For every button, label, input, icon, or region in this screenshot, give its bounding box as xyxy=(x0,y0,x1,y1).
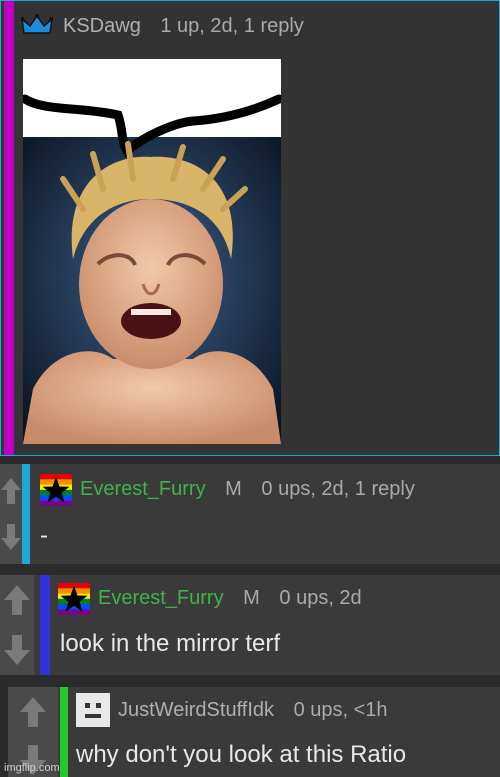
thread-bar xyxy=(40,575,50,675)
default-avatar-icon xyxy=(76,693,110,727)
comment-text: why don't you look at this Ratio xyxy=(76,741,407,768)
comment-meta: 0 ups, 2d xyxy=(279,587,362,609)
comment-image[interactable] xyxy=(23,59,281,444)
rainbow-star-flag-icon xyxy=(58,583,90,615)
thread-bar xyxy=(4,1,14,455)
rainbow-star-flag-icon xyxy=(40,474,72,506)
username[interactable]: KSDawg xyxy=(63,15,141,37)
crown-icon xyxy=(20,13,54,37)
comment-meta: 1 up, 2d, 1 reply xyxy=(160,15,304,37)
comment-header: Everest_Furry M 0 ups, 2d xyxy=(98,587,362,610)
comment-text: - xyxy=(40,522,48,549)
vote-column xyxy=(0,464,22,564)
moderator-badge: M xyxy=(243,587,260,609)
username[interactable]: JustWeirdStuffIdk xyxy=(118,699,274,721)
upvote-arrow-icon[interactable] xyxy=(2,583,32,617)
thread-bar xyxy=(60,687,68,777)
upvote-arrow-icon[interactable] xyxy=(18,695,48,729)
moderator-badge: M xyxy=(225,478,242,500)
comment-meta: 0 ups, 2d, 1 reply xyxy=(261,478,415,500)
comment-reply-2: Everest_Furry M 0 ups, 2d look in the mi… xyxy=(0,575,500,675)
comment-ksdawg: KSDawg 1 up, 2d, 1 reply xyxy=(0,0,500,456)
comment-header: KSDawg 1 up, 2d, 1 reply xyxy=(63,15,304,38)
watermark: imgflip.com xyxy=(4,762,60,774)
comment-meta: 0 ups, <1h xyxy=(293,699,388,721)
downvote-arrow-icon[interactable] xyxy=(0,522,22,552)
downvote-arrow-icon[interactable] xyxy=(2,633,32,667)
comment-header: JustWeirdStuffIdk 0 ups, <1h xyxy=(118,699,388,722)
comment-text: look in the mirror terf xyxy=(60,630,281,657)
upvote-arrow-icon[interactable] xyxy=(0,476,22,506)
comment-header: Everest_Furry M 0 ups, 2d, 1 reply xyxy=(80,478,415,501)
comment-reply-1: Everest_Furry M 0 ups, 2d, 1 reply - xyxy=(0,464,500,564)
vote-column xyxy=(0,575,34,675)
username[interactable]: Everest_Furry xyxy=(98,587,224,609)
username[interactable]: Everest_Furry xyxy=(80,478,206,500)
comment-reply-3: JustWeirdStuffIdk 0 ups, <1h why don't y… xyxy=(8,687,500,777)
thread-bar xyxy=(22,464,30,564)
